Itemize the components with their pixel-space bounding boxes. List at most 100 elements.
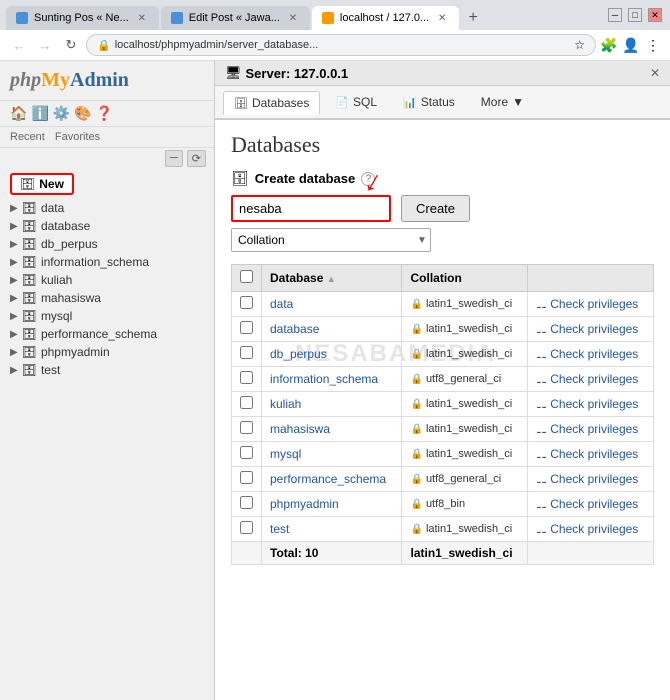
back-button[interactable]: ← <box>8 34 30 56</box>
list-item[interactable]: ▶ 🗄 kuliah <box>0 271 214 289</box>
list-item[interactable]: ▶ 🗄 information_schema <box>0 253 214 271</box>
list-item[interactable]: ▶ 🗄 phpmyadmin <box>0 343 214 361</box>
check-privileges-link[interactable]: ⚋ Check privileges <box>536 322 638 336</box>
row-checkbox[interactable] <box>240 346 253 359</box>
list-item[interactable]: ▶ 🗄 test <box>0 361 214 379</box>
check-privileges-link[interactable]: ⚋ Check privileges <box>536 472 638 486</box>
tab-databases[interactable]: 🗄 Databases <box>223 91 320 115</box>
database-list: ▶ 🗄 data ▶ 🗄 database ▶ 🗄 db_perpus ▶ 🗄 … <box>0 199 214 379</box>
row-checkbox[interactable] <box>240 496 253 509</box>
close-server-button[interactable]: ✕ <box>650 66 660 80</box>
row-checkbox[interactable] <box>240 421 253 434</box>
window-maximize[interactable]: □ <box>628 8 642 22</box>
check-privileges-link[interactable]: ⚋ Check privileges <box>536 397 638 411</box>
tab-close-2[interactable]: ✕ <box>286 11 300 25</box>
tab-close-3[interactable]: ✕ <box>435 11 449 25</box>
list-item[interactable]: ▶ 🗄 performance_schema <box>0 325 214 343</box>
check-privileges-link[interactable]: ⚋ Check privileges <box>536 347 638 361</box>
row-action: ⚋ Check privileges <box>528 317 654 342</box>
database-name-input[interactable] <box>231 195 391 222</box>
row-collation: 🔒 latin1_swedish_ci <box>402 317 528 342</box>
row-action: ⚋ Check privileges <box>528 367 654 392</box>
collation-value: 🔒 latin1_swedish_ci <box>410 398 519 410</box>
tab-1[interactable]: Sunting Pos « Ne... ✕ <box>6 6 159 30</box>
window-minimize[interactable]: ─ <box>608 8 622 22</box>
check-privileges-link[interactable]: ⚋ Check privileges <box>536 447 638 461</box>
row-checkbox[interactable] <box>240 446 253 459</box>
tab-status[interactable]: 📊 Status <box>392 90 466 114</box>
star-icon[interactable]: ☆ <box>574 38 585 52</box>
row-checkbox[interactable] <box>240 371 253 384</box>
new-database-button[interactable]: 🗄 New <box>10 173 74 195</box>
collapse-all-button[interactable]: ─ <box>165 150 183 167</box>
check-privileges-link[interactable]: ⚋ Check privileges <box>536 372 638 386</box>
help-icon[interactable]: ❓ <box>96 105 113 122</box>
lock-icon: 🔒 <box>410 449 422 460</box>
expand-icon: ▶ <box>10 293 18 304</box>
row-action: ⚋ Check privileges <box>528 467 654 492</box>
row-checkbox[interactable] <box>240 321 253 334</box>
db-name-link[interactable]: performance_schema <box>270 472 386 486</box>
db-name-link[interactable]: kuliah <box>270 397 301 411</box>
row-checkbox[interactable] <box>240 396 253 409</box>
row-checkbox[interactable] <box>240 471 253 484</box>
db-name-link[interactable]: data <box>270 297 293 311</box>
tab-close-1[interactable]: ✕ <box>135 11 149 25</box>
new-tab-button[interactable]: + <box>461 6 485 30</box>
sidebar-nav-section: Recent Favorites <box>0 127 214 148</box>
profile-icon[interactable]: 👤 <box>622 36 640 54</box>
check-privileges-link[interactable]: ⚋ Check privileges <box>536 297 638 311</box>
create-button[interactable]: Create <box>401 195 470 222</box>
db-name-link[interactable]: test <box>270 522 289 536</box>
row-checkbox[interactable] <box>240 296 253 309</box>
db-name-link[interactable]: information_schema <box>270 372 378 386</box>
extensions-button[interactable]: 🧩 <box>600 36 618 54</box>
home-icon[interactable]: 🏠 <box>10 105 27 122</box>
favorites-link[interactable]: Favorites <box>55 131 100 143</box>
settings-icon[interactable]: ⚙️ <box>53 105 70 122</box>
list-item[interactable]: ▶ 🗄 db_perpus <box>0 235 214 253</box>
check-privileges-link[interactable]: ⚋ Check privileges <box>536 497 638 511</box>
db-name: mysql <box>41 309 72 323</box>
tab-2[interactable]: Edit Post « Jawa... ✕ <box>161 6 310 30</box>
expand-icon: ▶ <box>10 275 18 286</box>
expand-icon: ▶ <box>10 203 18 214</box>
recent-link[interactable]: Recent <box>10 131 45 143</box>
lock-icon: 🔒 <box>410 349 422 360</box>
theme-icon[interactable]: 🎨 <box>74 105 91 122</box>
db-name: database <box>41 219 90 233</box>
db-name-link[interactable]: database <box>270 322 319 336</box>
db-name-link[interactable]: db_perpus <box>270 347 327 361</box>
sort-icon: ▲ <box>327 274 336 284</box>
list-item[interactable]: ▶ 🗄 database <box>0 217 214 235</box>
db-name-link[interactable]: phpmyadmin <box>270 497 339 511</box>
list-item[interactable]: ▶ 🗄 mysql <box>0 307 214 325</box>
db-name-link[interactable]: mahasiswa <box>270 422 330 436</box>
check-privileges-link[interactable]: ⚋ Check privileges <box>536 422 638 436</box>
tab-sql[interactable]: 📄 SQL <box>324 90 388 114</box>
server-title: Server: 127.0.0.1 <box>246 66 349 81</box>
address-bar[interactable]: 🔒 localhost/phpmyadmin/server_database..… <box>86 34 596 56</box>
tab-more[interactable]: More ▼ <box>470 90 535 114</box>
row-collation: 🔒 utf8_general_ci <box>402 367 528 392</box>
row-checkbox-col <box>232 317 262 342</box>
refresh-button[interactable]: ↻ <box>60 34 82 56</box>
list-item[interactable]: ▶ 🗄 data <box>0 199 214 217</box>
row-checkbox-col <box>232 442 262 467</box>
info-icon[interactable]: ℹ️ <box>31 105 48 122</box>
list-item[interactable]: ▶ 🗄 mahasiswa <box>0 289 214 307</box>
collation-select[interactable]: Collation <box>231 228 431 252</box>
tab-3[interactable]: localhost / 127.0... ✕ <box>312 6 459 30</box>
menu-button[interactable]: ⋮ <box>644 36 662 54</box>
refresh-databases-button[interactable]: ⟳ <box>187 150 206 167</box>
select-all-checkbox[interactable] <box>240 270 253 283</box>
db-name-link[interactable]: mysql <box>270 447 301 461</box>
check-privileges-link[interactable]: ⚋ Check privileges <box>536 522 638 536</box>
table-row: data 🔒 latin1_swedish_ci ⚋ Check privile… <box>232 292 654 317</box>
db-name: mahasiswa <box>41 291 101 305</box>
forward-button[interactable]: → <box>34 34 56 56</box>
collation-value: 🔒 latin1_swedish_ci <box>410 298 519 310</box>
window-close[interactable]: ✕ <box>648 8 662 22</box>
row-checkbox[interactable] <box>240 521 253 534</box>
server-tabs: 🗄 Databases 📄 SQL 📊 Status More ▼ <box>215 86 670 120</box>
